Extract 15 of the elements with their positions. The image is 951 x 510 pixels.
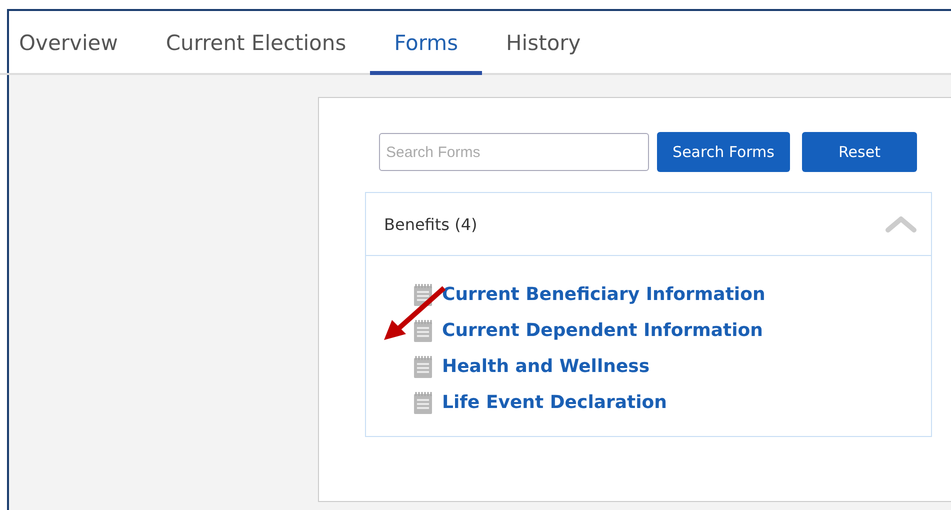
tab[interactable]: Current Elections	[142, 11, 370, 75]
tab[interactable]: History	[482, 11, 605, 75]
form-link[interactable]: Health and Wellness	[442, 352, 650, 382]
tab[interactable]: Overview	[0, 11, 142, 75]
collapse-caret-icon[interactable]	[885, 215, 917, 233]
search-button[interactable]: Search Forms	[657, 132, 790, 172]
accordion-title: Benefits (4)	[384, 214, 478, 234]
form-link[interactable]: Current Dependent Information	[442, 316, 763, 346]
form-link[interactable]: Life Event Declaration	[442, 388, 667, 418]
form-icon	[412, 319, 434, 343]
reset-button[interactable]: Reset	[802, 132, 917, 172]
search-field[interactable]: Search Forms	[379, 133, 649, 171]
form-icon	[412, 355, 434, 379]
form-icon	[412, 391, 434, 415]
form-link[interactable]: Current Beneficiary Information	[442, 280, 766, 310]
